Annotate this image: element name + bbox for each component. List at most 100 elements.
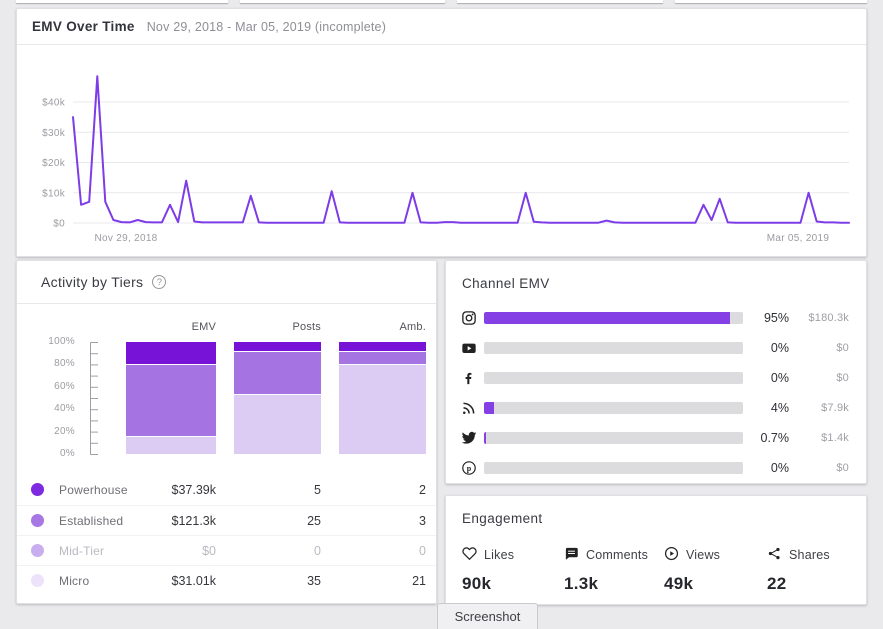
channel-value: $0 (836, 342, 849, 354)
tier-posts-value: 25 (307, 514, 321, 528)
help-icon[interactable]: ? (152, 275, 167, 289)
bar-segment-powerhouse (126, 342, 216, 365)
channel-bar-track (484, 432, 743, 444)
card-stub-3 (457, 0, 663, 3)
svg-text:$40k: $40k (42, 98, 66, 109)
channel-percent: 0% (770, 371, 789, 385)
stacked-bar-emv (126, 342, 216, 454)
screenshot-tab-label: Screenshot (454, 609, 521, 624)
activity-by-tiers-header: Activity by Tiers ? (17, 261, 436, 304)
comment-icon (564, 546, 579, 564)
tier-amb-value: 3 (419, 514, 426, 528)
tier-emv-value: $0 (202, 544, 216, 558)
channel-bar-track (484, 462, 743, 474)
twitter-icon (460, 430, 477, 447)
channel-emv-card: Channel EMV 95% $180.3k 0% $0 0% $0 4% $… (445, 260, 867, 484)
channel-bar-track (484, 372, 743, 384)
emv-over-time-card: EMV Over Time Nov 29, 2018 - Mar 05, 201… (16, 8, 867, 257)
stat-value: 49k (664, 574, 694, 593)
instagram-icon (460, 310, 477, 327)
svg-text:p: p (466, 464, 471, 473)
engagement-title: Engagement (462, 511, 543, 526)
channel-bar-fill (484, 312, 731, 324)
tier-name: Established (59, 514, 124, 528)
channel-percent: 95% (763, 311, 789, 325)
stat-label: Shares (789, 548, 830, 562)
emv-over-time-date-range: Nov 29, 2018 - Mar 05, 2019 (incomplete) (146, 19, 387, 34)
stacked-bar-amb (339, 342, 426, 454)
channel-percent: 0% (770, 461, 789, 475)
tier-amb-value: 21 (412, 574, 426, 588)
card-stub-4 (675, 0, 867, 3)
svg-text:$30k: $30k (42, 128, 66, 139)
tier-row-established: Established $121.3k 25 3 (17, 505, 436, 535)
tier-dot-mid-tier (31, 544, 44, 557)
bar-segment-powerhouse (339, 342, 426, 351)
stat-likes: Likes 90k (462, 546, 514, 594)
y-tick-100: 100% (48, 336, 75, 347)
y-tick-40: 40% (54, 403, 75, 414)
tier-row-powerhouse: Powerhouse $37.39k 5 2 (17, 475, 436, 505)
card-stub-2 (240, 0, 445, 3)
y-tick-80: 80% (54, 358, 75, 369)
emv-over-time-header: EMV Over Time Nov 29, 2018 - Mar 05, 201… (17, 9, 866, 45)
youtube-icon (460, 340, 477, 357)
channel-bar-track (484, 402, 743, 414)
y-tick-0: 0% (59, 448, 75, 459)
emv-over-time-title: EMV Over Time (32, 19, 135, 34)
channel-rows: 95% $180.3k 0% $0 0% $0 4% $7.9k 0.7% $1… (446, 303, 866, 483)
engagement-card: Engagement Likes 90k Comments 1.3k Views… (445, 495, 867, 605)
tier-amb-value: 0 (419, 544, 426, 558)
bar-segment-established (234, 350, 321, 394)
channel-row-blog: 4% $7.9k (446, 393, 866, 423)
stat-label: Comments (586, 548, 649, 562)
tier-dot-micro (31, 574, 44, 587)
channel-row-facebook: 0% $0 (446, 363, 866, 393)
tier-name: Mid-Tier (59, 544, 105, 558)
bar-segment-micro (234, 393, 321, 454)
tier-axis-ruler (90, 342, 98, 455)
share-icon (767, 546, 782, 564)
tier-name: Micro (59, 574, 90, 588)
channel-bar-fill (484, 432, 486, 444)
tier-dot-powerhouse (31, 483, 44, 496)
stat-shares: Shares 22 (767, 546, 830, 594)
column-header-emv: EMV (191, 321, 216, 333)
tier-posts-value: 35 (307, 574, 321, 588)
channel-emv-title: Channel EMV (462, 276, 550, 291)
channel-bar-track (484, 342, 743, 354)
stat-views: Views 49k (664, 546, 720, 594)
channel-row-youtube: 0% $0 (446, 333, 866, 363)
channel-row-instagram: 95% $180.3k (446, 303, 866, 333)
tier-stacked-chart: EMV Posts Amb. 100% 80% 60% 40% 20% 0% (17, 304, 436, 475)
bar-segment-micro (126, 435, 216, 454)
activity-by-tiers-title: Activity by Tiers (41, 274, 144, 290)
bar-segment-established (126, 364, 216, 436)
y-tick-20: 20% (54, 426, 75, 437)
tier-posts-value: 5 (314, 483, 321, 497)
channel-value: $180.3k (808, 312, 849, 324)
channel-value: $0 (836, 372, 849, 384)
stat-value: 90k (462, 574, 492, 593)
card-stub-1 (16, 0, 228, 3)
screenshot-tab[interactable]: Screenshot (437, 603, 538, 629)
pinterest-icon: p (460, 460, 477, 477)
stat-value: 1.3k (564, 574, 599, 593)
play-circle-icon (664, 546, 679, 564)
activity-by-tiers-card: Activity by Tiers ? EMV Posts Amb. 100% … (16, 260, 437, 604)
channel-bar-track (484, 312, 743, 324)
blog-rss-icon (460, 400, 477, 417)
channel-value: $1.4k (821, 432, 849, 444)
tier-row-micro: Micro $31.01k 35 21 (17, 565, 436, 595)
svg-text:$20k: $20k (42, 158, 66, 169)
channel-value: $7.9k (821, 402, 849, 414)
bar-segment-established (339, 350, 426, 364)
heart-icon (462, 546, 477, 564)
svg-text:$10k: $10k (42, 188, 66, 199)
tier-posts-value: 0 (314, 544, 321, 558)
stat-label: Views (686, 548, 721, 562)
svg-text:Mar 05, 2019: Mar 05, 2019 (767, 233, 830, 244)
column-header-posts: Posts (292, 321, 321, 333)
channel-percent: 0.7% (760, 431, 790, 445)
bar-segment-micro (339, 363, 426, 454)
